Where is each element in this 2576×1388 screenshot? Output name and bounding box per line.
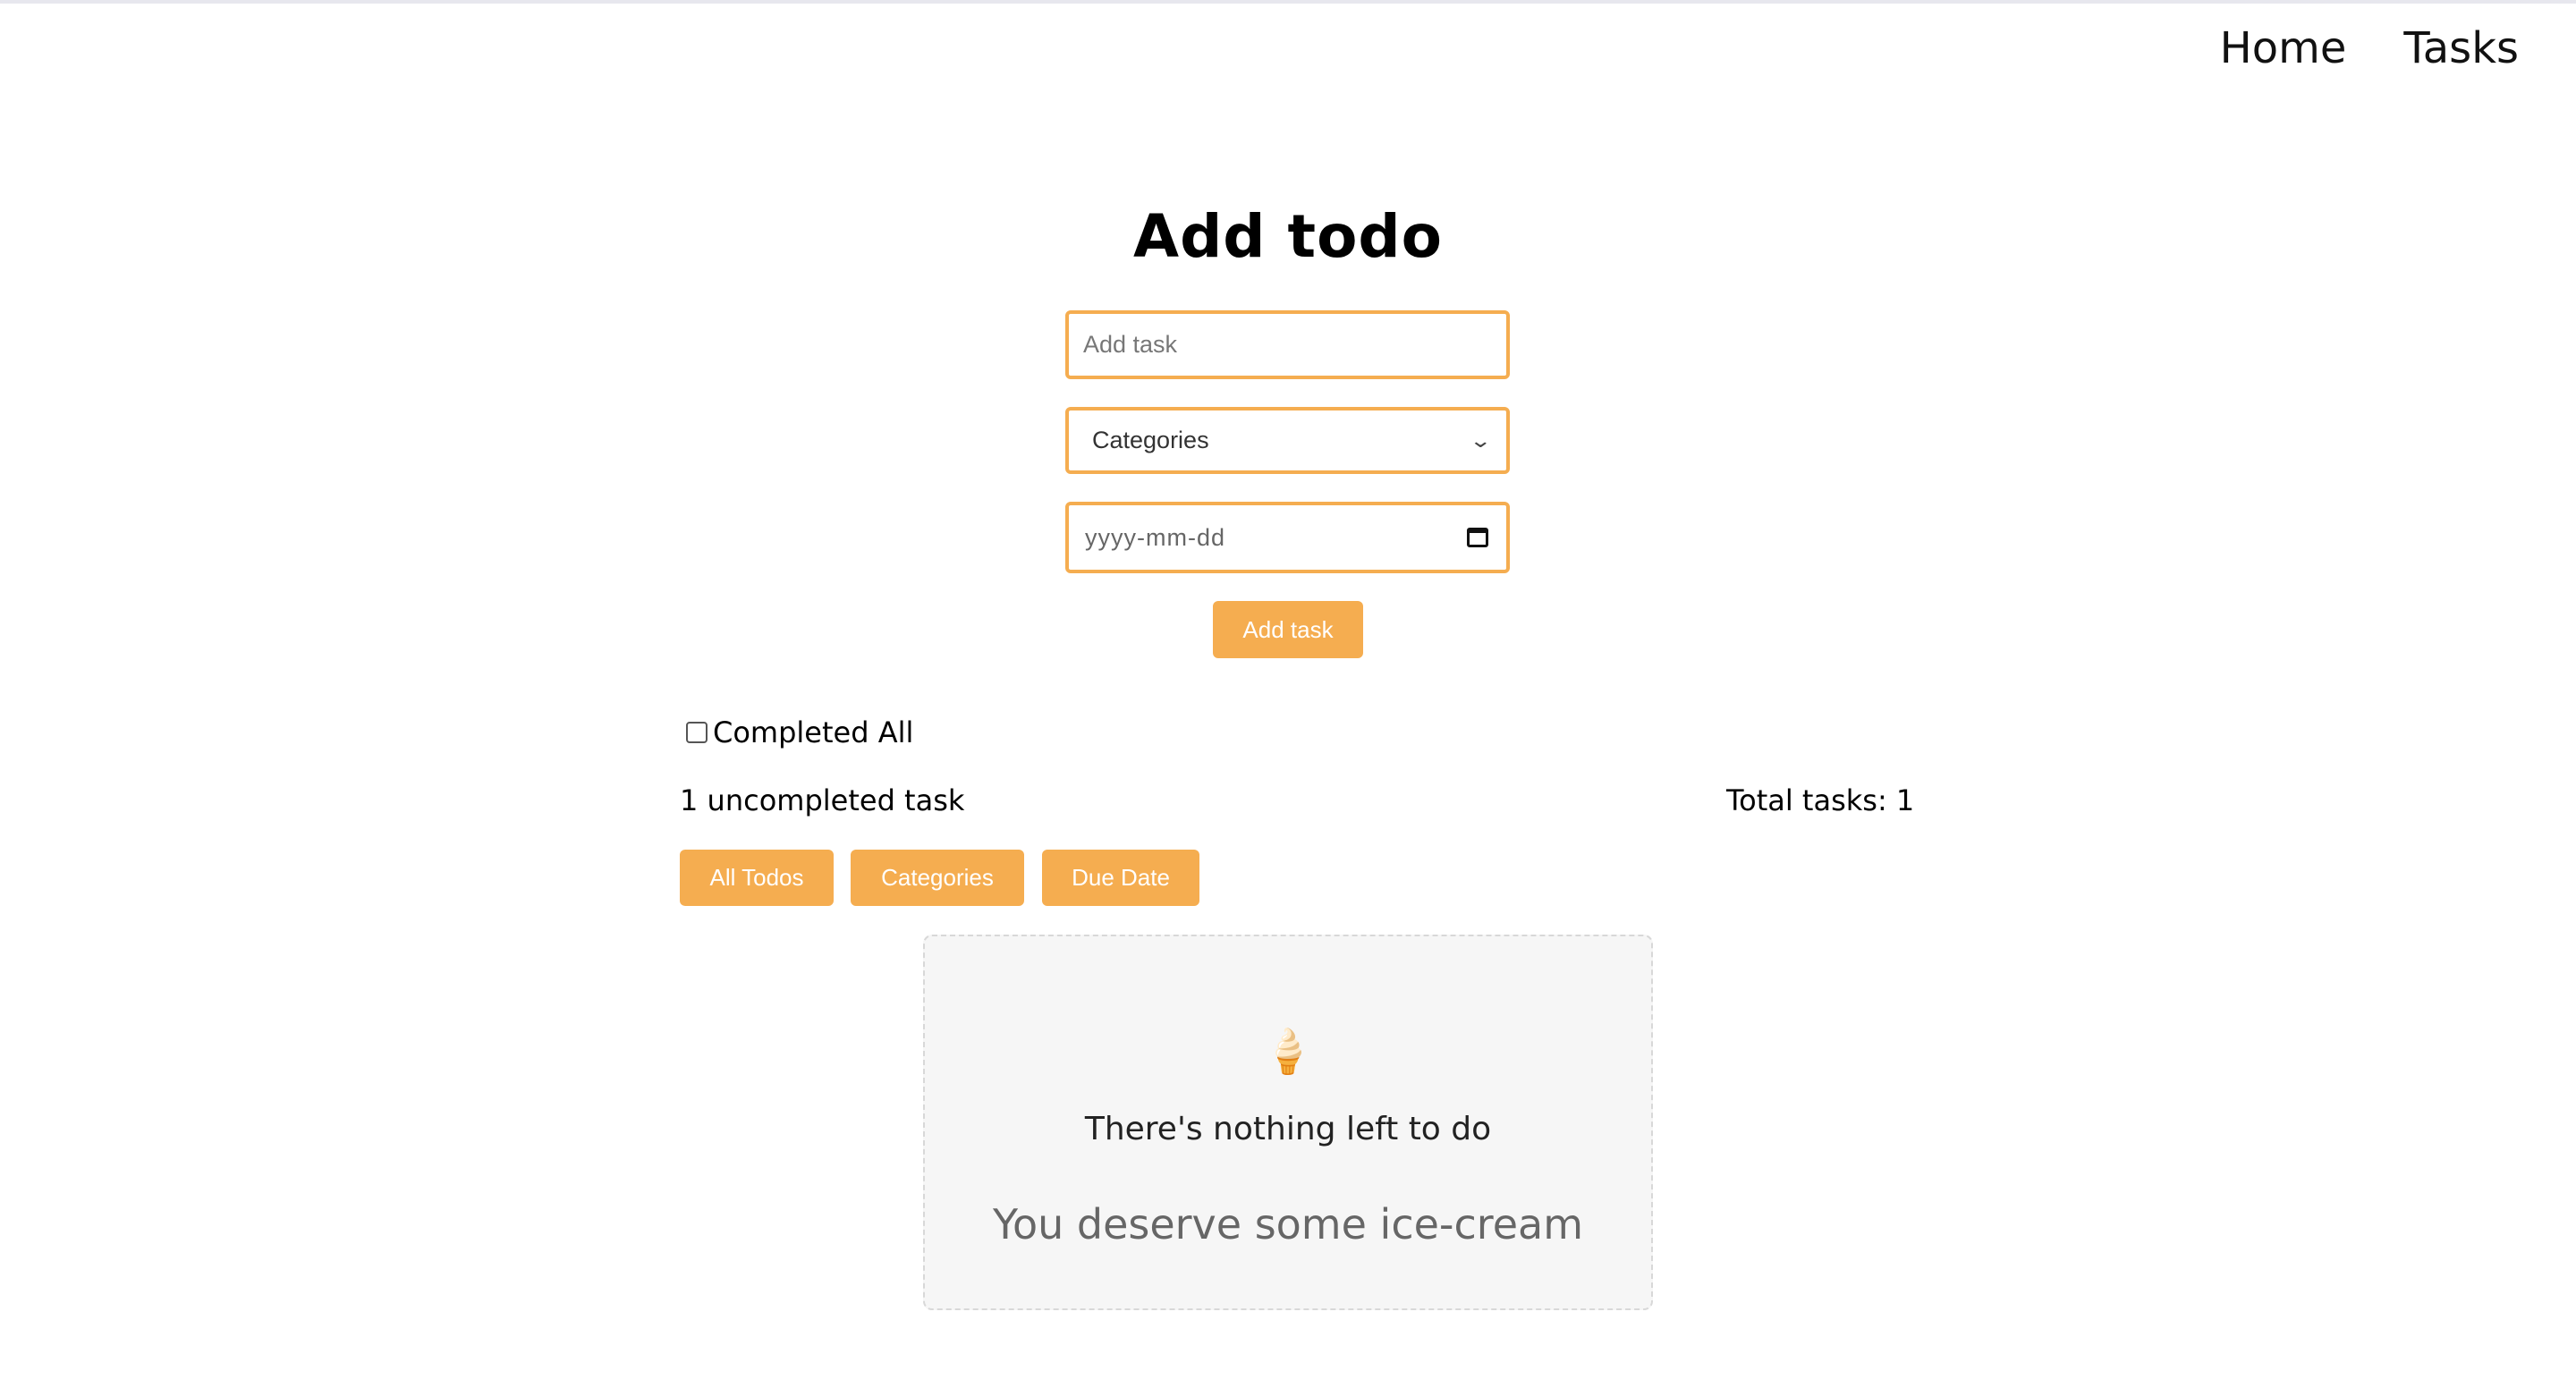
total-count: Total tasks: 1 <box>1726 783 1915 817</box>
empty-state-subtitle: You deserve some ice-cream <box>992 1200 1584 1248</box>
top-border <box>0 0 2576 4</box>
completed-all-control[interactable]: Completed All <box>686 715 913 749</box>
filter-all-todos-button[interactable]: All Todos <box>680 850 834 906</box>
due-date-placeholder: yyyy-mm-dd <box>1085 523 1225 551</box>
empty-state-card: 🍦 There's nothing left to do You deserve… <box>923 935 1653 1310</box>
ice-cream-icon: 🍦 <box>1261 1027 1315 1077</box>
category-select[interactable]: Categories ⌄ <box>1065 407 1510 474</box>
top-nav: Home Tasks <box>2220 27 2519 70</box>
calendar-icon[interactable] <box>1467 528 1488 547</box>
add-task-button[interactable]: Add task <box>1213 601 1363 658</box>
task-input[interactable] <box>1069 314 1506 376</box>
category-select-value: Categories <box>1092 427 1209 453</box>
uncompleted-count: 1 uncompleted task <box>680 783 965 817</box>
empty-state-title: There's nothing left to do <box>1084 1111 1492 1147</box>
nav-home-link[interactable]: Home <box>2220 27 2347 70</box>
chevron-down-icon: ⌄ <box>1468 428 1492 452</box>
completed-all-checkbox[interactable] <box>686 722 708 743</box>
completed-all-label: Completed All <box>713 715 914 749</box>
task-field[interactable] <box>1065 310 1510 379</box>
due-date-input[interactable]: yyyy-mm-dd <box>1065 502 1510 573</box>
filter-categories-button[interactable]: Categories <box>851 850 1024 906</box>
nav-tasks-link[interactable]: Tasks <box>2403 27 2519 70</box>
page-title: Add todo <box>1132 202 1444 271</box>
filter-due-date-button[interactable]: Due Date <box>1042 850 1199 906</box>
